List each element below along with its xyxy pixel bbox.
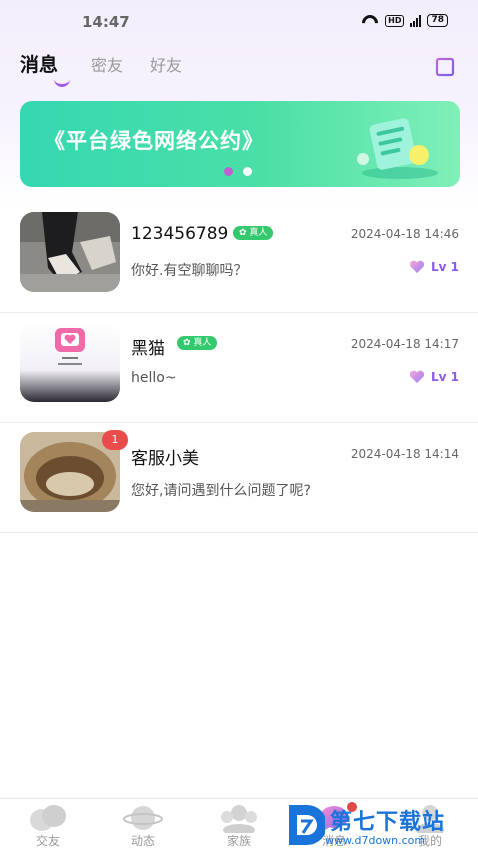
conversation-item[interactable]: 1 客服小美 2024-04-18 14:14 您好,请问遇到什么问题了呢? <box>0 422 478 533</box>
avatar[interactable] <box>20 322 120 402</box>
contact-name: 黑猫 <box>131 339 165 359</box>
watermark-text: 第七下载站 <box>330 810 446 835</box>
hd-badge: HD <box>385 14 405 27</box>
nav-family[interactable]: 家族 <box>204 799 274 851</box>
banner-title: 《平台绿色网络公约》 <box>44 129 264 153</box>
carousel-dot[interactable] <box>224 167 233 176</box>
level-badge: Lv 1 <box>409 260 459 274</box>
heart-icon <box>409 370 425 383</box>
status-icons: HD 78 <box>361 14 448 27</box>
conversation-item[interactable]: 123456789 ✿ 真人 2024-04-18 14:46 你好.有空聊聊吗… <box>0 202 478 313</box>
nav-label: 动态 <box>130 834 155 848</box>
level-text: Lv 1 <box>431 370 459 384</box>
verified-label: 真人 <box>249 228 268 238</box>
message-time: 2024-04-18 14:14 <box>350 447 459 461</box>
message-time: 2024-04-18 14:17 <box>350 337 459 351</box>
status-bar: 14:47 HD 78 <box>0 0 478 44</box>
last-message: 你好.有空聊聊吗？ <box>131 263 248 279</box>
contact-name: 客服小美 <box>131 449 199 469</box>
nav-label: 家族 <box>226 834 251 848</box>
nav-make-friends[interactable]: 交友 <box>13 799 83 851</box>
banner-carousel[interactable]: 《平台绿色网络公约》 <box>20 101 460 187</box>
verified-label: 真人 <box>193 338 212 348</box>
watermark: 第七下载站 www.d7down.com <box>285 800 478 850</box>
clipboard-icon <box>357 118 438 179</box>
nav-moments[interactable]: 动态 <box>108 799 178 851</box>
level-badge: Lv 1 <box>409 370 459 384</box>
tab-friends[interactable]: 好友 <box>150 52 182 76</box>
carousel-dots <box>224 167 252 176</box>
avatar[interactable] <box>20 212 120 292</box>
conversation-item[interactable]: 黑猫 ✿ 真人 2024-04-18 14:17 hello~ Lv 1 <box>0 312 478 423</box>
contact-name: 123456789 <box>131 224 229 244</box>
friends-icon <box>30 805 66 831</box>
planet-icon <box>123 806 163 830</box>
family-icon <box>221 805 257 833</box>
level-text: Lv 1 <box>431 260 459 274</box>
watermark-logo-icon <box>289 805 325 845</box>
watermark-url: www.d7down.com <box>325 834 426 847</box>
message-time: 2024-04-18 14:46 <box>350 227 459 241</box>
verified-badge: ✿ 真人 <box>177 336 218 350</box>
wifi-icon <box>361 15 379 27</box>
unread-badge: 1 <box>102 430 128 450</box>
battery-indicator: 78 <box>427 14 448 27</box>
nav-label: 交友 <box>35 834 60 848</box>
signal-icon <box>410 14 422 27</box>
heart-icon <box>409 260 425 273</box>
last-message: 您好,请问遇到什么问题了呢? <box>131 483 311 499</box>
trash-icon[interactable] <box>433 53 457 77</box>
tab-close-friends[interactable]: 密友 <box>91 52 123 76</box>
verified-badge: ✿ 真人 <box>233 226 274 240</box>
carousel-dot[interactable] <box>243 167 252 176</box>
tab-messages[interactable]: 消息 <box>20 50 58 77</box>
last-message: hello~ <box>131 370 177 386</box>
